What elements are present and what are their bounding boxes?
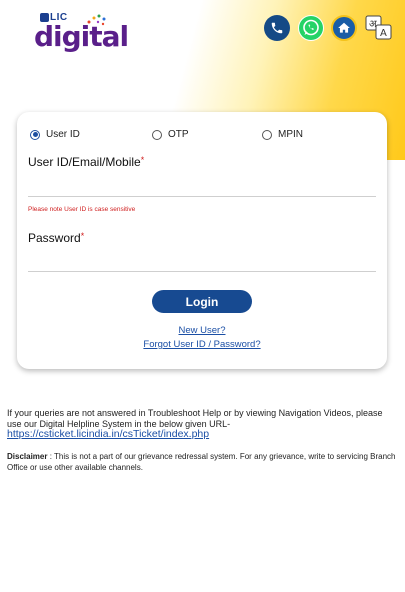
radio-mpin[interactable]: MPIN [262, 129, 303, 140]
language-icon[interactable]: अ A [365, 15, 393, 41]
userid-input[interactable] [28, 170, 376, 194]
language-glyph-a: अ [369, 19, 377, 30]
userid-label-text: User ID/Email/Mobile [28, 155, 141, 169]
case-sensitive-note: Please note User ID is case sensitive [28, 206, 136, 213]
password-underline [28, 271, 376, 272]
language-glyph-icon: अ A [365, 15, 392, 40]
home-glyph-icon [338, 22, 350, 33]
radio-selected-icon[interactable] [30, 129, 40, 140]
phone-icon[interactable] [264, 15, 290, 41]
password-input[interactable] [28, 246, 376, 270]
login-button[interactable]: Login [152, 290, 252, 313]
home-icon[interactable] [331, 15, 357, 41]
radio-user-id[interactable]: User ID [30, 129, 80, 140]
whatsapp-glyph-icon [299, 16, 323, 40]
help-info: If your queries are not answered in Trou… [7, 408, 399, 440]
disclaimer-text: : This is not a part of our grievance re… [7, 452, 396, 472]
login-method-options: User ID OTP MPIN [17, 129, 387, 145]
language-glyph-b: A [380, 28, 387, 39]
help-text: If your queries are not answered in Trou… [7, 408, 383, 429]
radio-otp-label: OTP [168, 129, 189, 140]
password-label-text: Password [28, 231, 81, 245]
forgot-credentials-link[interactable]: Forgot User ID / Password? [17, 339, 387, 350]
helpline-url-link[interactable]: https://csticket.licindia.in/csTicket/in… [7, 429, 399, 440]
whatsapp-icon[interactable] [298, 15, 324, 41]
login-card: User ID OTP MPIN User ID/Email/Mobile* P… [17, 112, 387, 369]
disclaimer-title: Disclaimer [7, 452, 48, 461]
lic-digital-logo: LIC digital [34, 12, 129, 54]
phone-glyph-icon [271, 22, 283, 34]
password-field-label: Password* [28, 231, 84, 245]
radio-unselected-icon[interactable] [262, 129, 272, 140]
radio-mpin-label: MPIN [278, 129, 303, 140]
userid-field-label: User ID/Email/Mobile* [28, 155, 144, 169]
userid-underline [28, 196, 376, 197]
radio-unselected-icon[interactable] [152, 129, 162, 140]
new-user-link[interactable]: New User? [17, 325, 387, 336]
radio-user-id-label: User ID [46, 129, 80, 140]
logo-digital-text: digital [34, 20, 129, 53]
required-mark: * [140, 155, 145, 165]
disclaimer: Disclaimer : This is not a part of our g… [7, 452, 399, 473]
radio-otp[interactable]: OTP [152, 129, 189, 140]
required-mark: * [80, 231, 85, 241]
